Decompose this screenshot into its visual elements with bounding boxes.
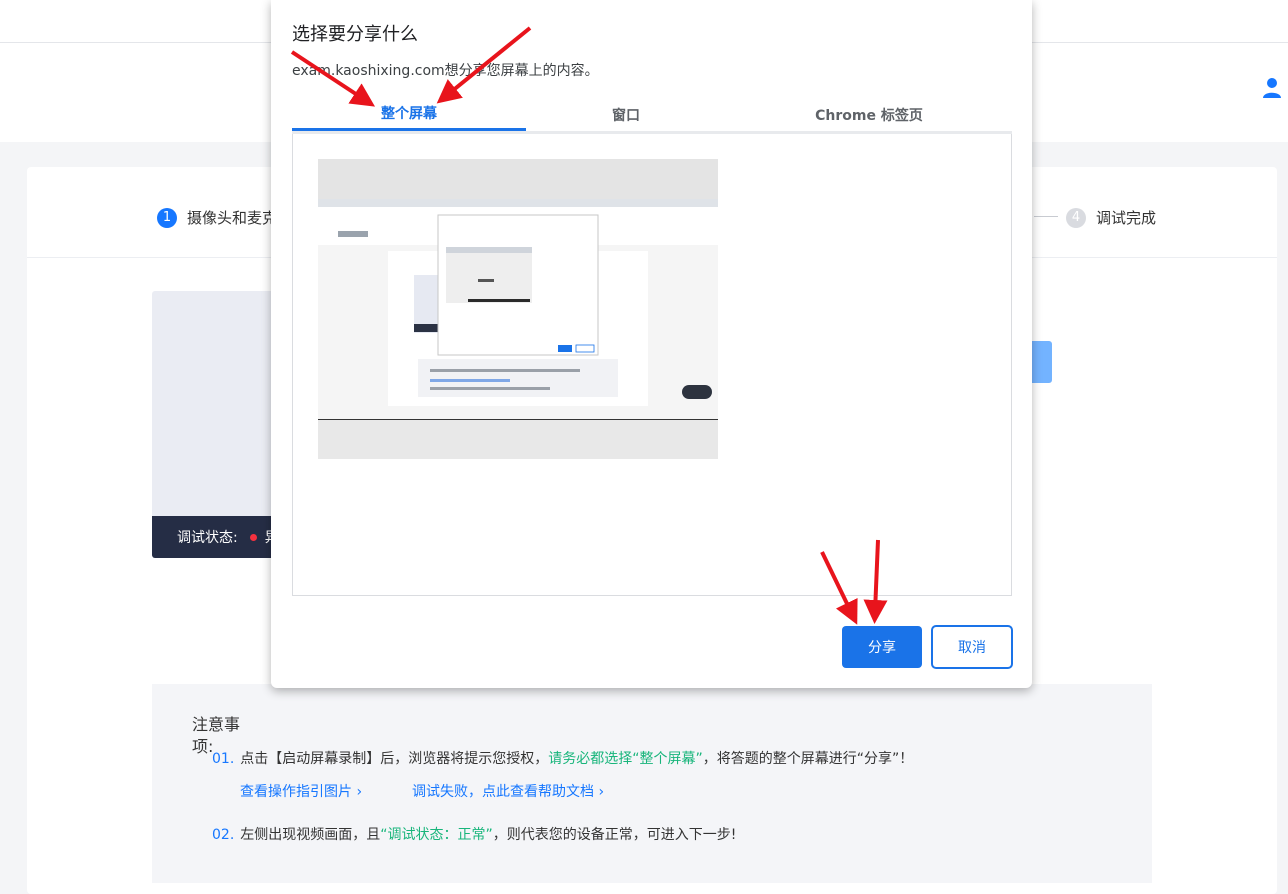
tab-entire-screen[interactable]: 整个屏幕 [292, 98, 526, 131]
share-screen-dialog: 选择要分享什么 exam.kaoshixing.com想分享您屏幕上的内容。 整… [271, 0, 1032, 688]
screen-thumbnail-image [318, 159, 718, 459]
note-number: 02. [212, 827, 235, 843]
status-dot-icon [249, 533, 257, 541]
note-item-1: 01. 点击【启动屏幕录制】后，浏览器将提示您授权，请务必都选择“整个屏幕”，将答… [212, 748, 913, 768]
screen-thumbnail[interactable] [318, 159, 718, 459]
step-complete: 4 调试完成 [1066, 207, 1156, 228]
note-highlight: “调试状态：正常” [380, 827, 493, 843]
step-connector [1034, 216, 1058, 217]
step-label: 摄像头和麦克 [187, 209, 278, 227]
help-doc-link[interactable]: 调试失败，点此查看帮助文档 › [412, 781, 604, 801]
tab-chrome-tab[interactable]: Chrome 标签页 [726, 98, 1012, 131]
link-text: 查看操作指引图片 [240, 784, 352, 800]
cancel-button[interactable]: 取消 [931, 625, 1013, 669]
share-button[interactable]: 分享 [842, 626, 922, 668]
step-camera-mic: 1 摄像头和麦克 [157, 207, 277, 228]
notes-panel: 注意事项: 01. 点击【启动屏幕录制】后，浏览器将提示您授权，请务必都选择“整个… [152, 684, 1152, 883]
note-item-2: 02. 左侧出现视频画面，且“调试状态：正常”，则代表您的设备正常，可进入下一步! [212, 824, 736, 844]
note-text: 左侧出现视频画面，且 [240, 827, 381, 843]
status-label: 调试状态: [177, 530, 238, 546]
note-text: ，将答题的整个屏幕进行“分享”！ [702, 751, 914, 767]
source-pane [292, 134, 1012, 596]
user-icon[interactable] [1262, 77, 1282, 99]
step-label: 调试完成 [1096, 209, 1157, 227]
note-highlight: 请务必都选择“整个屏幕” [548, 751, 703, 767]
note-number: 01. [212, 751, 235, 767]
dialog-subtitle: exam.kaoshixing.com想分享您屏幕上的内容。 [292, 63, 599, 79]
note-text: 点击【启动屏幕录制】后，浏览器将提示您授权， [240, 751, 549, 767]
tab-window[interactable]: 窗口 [526, 98, 726, 131]
chevron-right-icon: › [598, 784, 605, 800]
dialog-title: 选择要分享什么 [292, 24, 418, 45]
note-text: ，则代表您的设备正常，可进入下一步! [492, 827, 737, 843]
source-tabs: 整个屏幕 窗口 Chrome 标签页 [292, 98, 1012, 134]
link-text: 调试失败，点此查看帮助文档 [412, 784, 594, 800]
step-number: 4 [1066, 207, 1086, 228]
chevron-right-icon: › [356, 784, 363, 800]
guide-image-link[interactable]: 查看操作指引图片 › [240, 781, 362, 801]
step-number: 1 [157, 207, 177, 228]
